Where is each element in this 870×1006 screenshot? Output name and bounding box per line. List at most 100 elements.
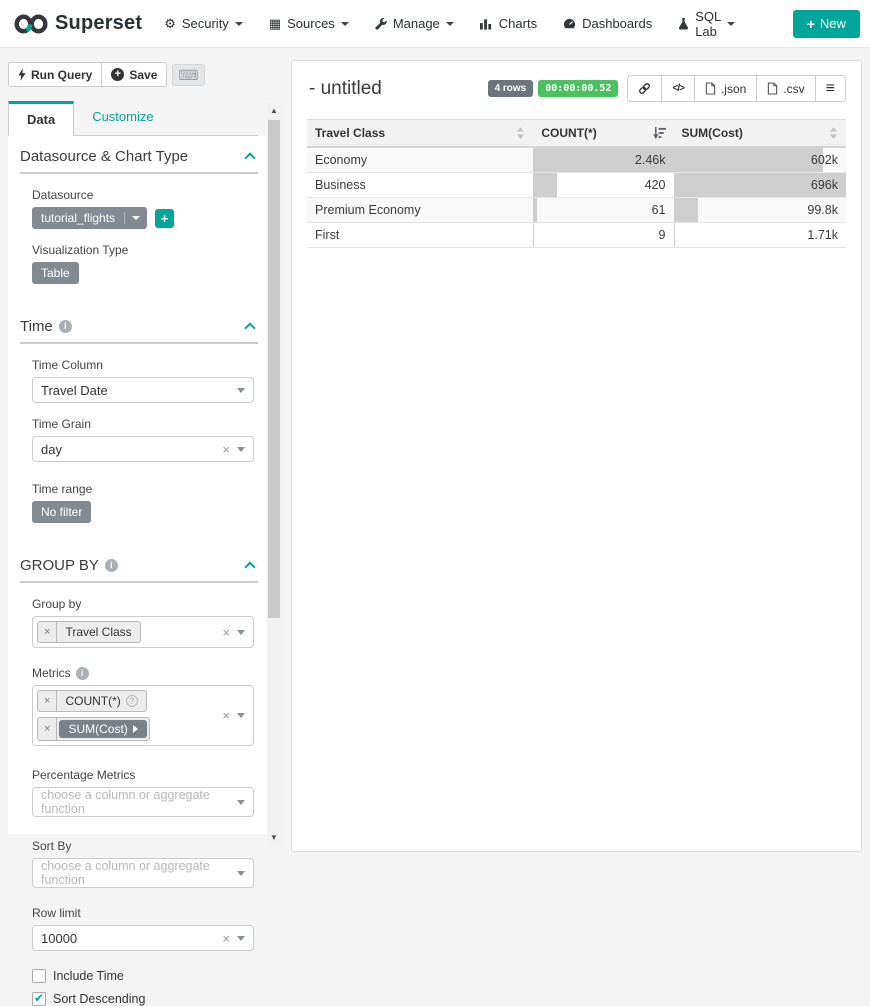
time-grain-select[interactable]: day × [32,436,254,462]
select-placeholder: choose a column or aggregate function [41,859,237,887]
remove-token-icon[interactable]: × [38,691,57,711]
chevron-down-icon [237,630,245,635]
include-time-checkbox[interactable]: Include Time [32,969,258,983]
value-bar [674,148,823,172]
metric-popover-trigger[interactable]: SUM(Cost) [59,720,146,738]
group-by-token: × Travel Class [37,621,141,643]
clear-icon[interactable]: × [222,931,230,946]
more-options-button[interactable]: ≡ [816,75,846,102]
metric-token-sum-cost: × SUM(Cost) [37,717,150,741]
column-header-sum-cost[interactable]: SUM(Cost) [674,120,847,148]
keyboard-icon: ⌨ [178,67,198,83]
column-header-travel-class[interactable]: Travel Class [307,120,533,148]
hamburger-icon: ≡ [826,84,835,94]
cell-value: 61 [652,203,666,217]
save-button[interactable]: + Save [102,62,167,87]
remove-token-icon[interactable]: × [38,718,57,740]
token-label: SUM(Cost) [68,722,127,736]
keyboard-shortcuts-button[interactable]: ⌨ [172,64,204,86]
time-column-select[interactable]: Travel Date [32,377,254,403]
table-row: Business420696k [307,173,846,198]
nav-sources[interactable]: ▦ Sources [269,16,349,32]
time-grain-label: Time Grain [32,417,258,431]
datasource-label: Datasource [32,188,258,202]
metrics-select[interactable]: × COUNT(*) ? × SUM(Cost) [32,685,254,746]
export-csv-button[interactable]: .csv [757,75,815,102]
clear-icon[interactable]: × [222,625,230,640]
column-header-count[interactable]: COUNT(*) [533,120,673,148]
short-url-button[interactable] [627,75,662,102]
nav-manage[interactable]: Manage [375,16,454,31]
viz-type-selector[interactable]: Table [32,262,79,284]
collapse-chevron-icon[interactable] [244,322,255,333]
nav-dashboards[interactable]: Dashboards [563,16,652,31]
chevron-down-icon [727,22,735,26]
remove-token-icon[interactable]: × [38,622,57,642]
info-icon[interactable]: i [59,320,72,333]
time-range-value: No filter [32,501,91,523]
sort-icon [516,127,525,139]
nav-security-label: Security [182,16,229,31]
tab-customize[interactable]: Customize [74,101,171,135]
left-panel-scrollbar[interactable]: ▲ ▼ [267,103,281,846]
group-by-select[interactable]: × Travel Class × [32,616,254,648]
row-limit-select[interactable]: 10000 × [32,925,254,951]
run-query-button[interactable]: Run Query [8,62,102,87]
save-label: Save [129,68,157,82]
datasource-caret [124,212,147,224]
json-file-icon [705,82,716,95]
nav-sql-lab[interactable]: SQL Lab [678,9,735,39]
metrics-label: Metrics [32,666,71,680]
sort-by-select[interactable]: choose a column or aggregate function [32,858,254,888]
clear-icon[interactable]: × [222,442,230,457]
column-label: SUM(Cost) [682,126,743,140]
value-bar [533,198,537,222]
collapse-chevron-icon[interactable] [244,561,255,572]
json-button-label: .json [721,82,746,96]
section-time: Time i Time Column Travel Date Time Grai… [20,318,258,523]
value-bar [533,223,534,247]
superset-logo[interactable]: Superset [14,12,142,35]
view-query-button[interactable]: </> [662,75,694,102]
question-icon: ? [126,695,138,707]
sort-descending-checkbox[interactable]: Sort Descending [32,992,258,1006]
section-title: Datasource & Chart Type [20,148,188,165]
nav-charts[interactable]: Charts [480,16,537,31]
clear-icon[interactable]: × [222,708,230,723]
results-table-container: Travel Class COUNT(*) [307,119,846,248]
new-button[interactable]: + New [793,10,860,38]
section-title: Time [20,318,53,335]
query-timer-badge: 00:00:00.52 [538,80,618,97]
cell-count: 2.46k [533,147,673,173]
csv-button-label: .csv [783,82,804,96]
nav-sources-label: Sources [287,16,335,31]
tab-data-label: Data [27,112,55,127]
time-range-selector[interactable]: No filter [32,501,91,523]
cell-count: 9 [533,223,673,248]
time-column-value: Travel Date [41,383,108,398]
scroll-up-arrow[interactable]: ▲ [267,103,281,119]
nav-dashboards-label: Dashboards [582,16,652,31]
info-icon[interactable]: i [105,559,118,572]
include-time-label: Include Time [53,969,124,983]
percentage-metrics-select[interactable]: choose a column or aggregate function [32,787,254,817]
scroll-down-arrow[interactable]: ▼ [267,830,281,846]
flask-icon [678,17,689,30]
gears-icon: ⚙ [164,16,176,32]
new-button-label: New [820,16,846,31]
tab-data[interactable]: Data [8,101,74,136]
cell-value: 1.71k [807,228,838,242]
cell-count: 420 [533,173,673,198]
chart-title[interactable]: - untitled [309,78,382,100]
datasource-selector[interactable]: tutorial_flights [32,207,147,229]
token-label: Travel Class [57,622,139,642]
sort-desc-icon [653,127,666,139]
chevron-down-icon [341,22,349,26]
collapse-chevron-icon[interactable] [244,152,255,163]
export-json-button[interactable]: .json [695,75,757,102]
nav-security[interactable]: ⚙ Security [164,16,243,32]
cell-travel-class: Premium Economy [307,198,533,223]
edit-datasource-button[interactable]: + [155,209,174,228]
scrollbar-thumb[interactable] [268,120,280,618]
info-icon[interactable]: i [76,667,89,680]
